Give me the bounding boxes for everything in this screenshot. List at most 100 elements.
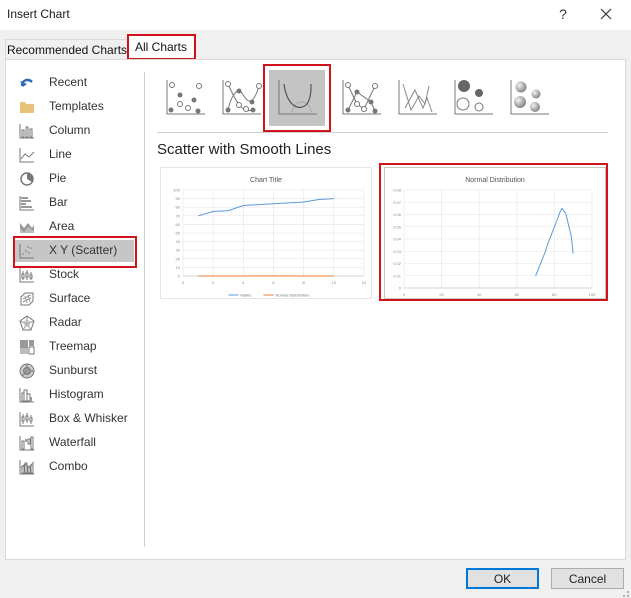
sidebar-item-label: Surface [49, 291, 91, 305]
y-tick-label: 0.06 [393, 212, 402, 217]
y-tick-label: 40 [176, 239, 181, 244]
sidebar-item-combo[interactable]: Combo [14, 456, 134, 478]
scatter-markers-icon [166, 80, 205, 115]
bubble-icon [454, 80, 493, 115]
bar-chart-icon [19, 196, 34, 211]
sidebar-item-stock[interactable]: Stock [14, 264, 134, 286]
sidebar-item-label: Area [49, 219, 75, 233]
y-tick-label: 80 [176, 205, 181, 210]
selected-subtype-title: Scatter with Smooth Lines [157, 141, 332, 158]
x-tick-label: 100 [589, 292, 596, 297]
sunburst-chart-icon [19, 363, 35, 379]
sidebar-item-label: Radar [49, 315, 82, 329]
sidebar-item-column[interactable]: Column [14, 120, 134, 142]
sidebar-item-line[interactable]: Line [14, 144, 134, 166]
sidebar-item-pie[interactable]: Pie [14, 168, 134, 190]
sidebar-item-templates[interactable]: Templates [14, 96, 134, 118]
close-button[interactable] [594, 4, 618, 24]
subtype-scatter-straight-lines[interactable] [389, 70, 445, 126]
sidebar-item-treemap[interactable]: Treemap [14, 336, 134, 358]
y-tick-label: 90 [176, 196, 181, 201]
recent-icon [20, 78, 33, 87]
sidebar-item-label: Stock [49, 267, 80, 281]
scatter-smooth-lines-icon [278, 80, 317, 115]
x-tick-label: 8 [303, 280, 306, 285]
sidebar-item-recent[interactable]: Recent [14, 72, 134, 94]
sidebar-item-label: Treemap [49, 339, 97, 353]
sidebar-item-label: Templates [49, 99, 104, 113]
scatter-straight-lines-icon [398, 80, 437, 115]
sidebar-item-label: Pie [49, 171, 67, 185]
sidebar-item-surface[interactable]: Surface [14, 288, 134, 310]
chart-preview-1[interactable]: Chart Title 0 10 20 30 40 50 60 70 80 90 100 0 2 4 6 8 10… [160, 167, 372, 299]
bubble-3d-icon [510, 80, 549, 115]
x-tick-label: 60 [515, 292, 520, 297]
subtype-scatter[interactable] [157, 70, 213, 126]
y-tick-label: 50 [176, 231, 181, 236]
chart-preview-1-svg: Chart Title 0 10 20 30 40 50 60 70 80 90 100 0 2 4 6 8 10… [173, 177, 367, 298]
sidebar-item-label: Column [49, 123, 91, 137]
scatter-smooth-markers-icon [222, 80, 262, 115]
sidebar-item-box-whisker[interactable]: Box & Whisker [14, 408, 134, 430]
waterfall-chart-icon [19, 436, 34, 451]
subtype-scatter-smooth-markers[interactable] [213, 70, 269, 126]
gallery-divider [157, 132, 608, 133]
x-tick-label: 12 [362, 280, 367, 285]
y-tick-label: 70 [176, 213, 181, 218]
scatter-chart-icon [19, 244, 34, 259]
x-tick-label: 10 [332, 280, 337, 285]
y-tick-label: 0.01 [393, 273, 402, 278]
x-tick-label: 6 [272, 280, 275, 285]
sidebar-item-label: Histogram [49, 387, 104, 401]
sidebar-item-radar[interactable]: Radar [14, 312, 134, 334]
help-button[interactable]: ? [553, 4, 573, 24]
sidebar-item-label: X Y (Scatter) [49, 243, 118, 257]
stock-chart-icon [19, 268, 34, 283]
sidebar-item-label: Bar [49, 195, 68, 209]
tab-all-charts[interactable]: All Charts [127, 35, 195, 60]
sidebar-item-label: Sunburst [49, 363, 98, 377]
y-tick-label: 20 [176, 256, 181, 261]
sidebar-item-area[interactable]: Area [14, 216, 134, 238]
close-icon [600, 8, 612, 20]
surface-chart-icon [20, 292, 34, 306]
sidebar-item-label: Recent [49, 75, 88, 89]
x-tick-label: 40 [477, 292, 482, 297]
title-bar: Insert Chart ? [0, 0, 631, 30]
ok-button[interactable]: OK [466, 568, 539, 589]
cancel-button[interactable]: Cancel [551, 568, 624, 589]
y-tick-label: 0.02 [393, 261, 402, 266]
sidebar-item-waterfall[interactable]: Waterfall [14, 432, 134, 454]
tab-recommended-charts[interactable]: Recommended Charts [5, 39, 129, 61]
pie-chart-icon [20, 172, 34, 186]
y-tick-label: 0.03 [393, 249, 402, 254]
column-chart-icon [19, 124, 34, 139]
chart-preview-2[interactable]: Normal Distribution 0 0.01 0.02 0.03 0.04 0.05… [384, 167, 606, 299]
sidebar-item-histogram[interactable]: Histogram [14, 384, 134, 406]
y-tick-label: 0 [178, 274, 181, 279]
scatter-straight-markers-icon [342, 80, 381, 115]
sidebar-item-label: Box & Whisker [49, 411, 128, 425]
y-tick-label: 10 [176, 265, 181, 270]
x-tick-label: 0 [182, 280, 185, 285]
sidebar-item-sunburst[interactable]: Sunburst [14, 360, 134, 382]
subtype-3d-bubble[interactable] [501, 70, 557, 126]
subtype-scatter-smooth-lines[interactable] [269, 70, 325, 126]
sidebar-item-label: Waterfall [49, 435, 96, 449]
y-tick-label: 30 [176, 248, 181, 253]
subtype-scatter-straight-markers[interactable] [333, 70, 389, 126]
sidebar-item-bar[interactable]: Bar [14, 192, 134, 214]
subtype-bubble[interactable] [445, 70, 501, 126]
y-tick-label: 100 [173, 188, 180, 193]
chart-title: Chart Title [250, 177, 282, 184]
histogram-chart-icon [19, 388, 34, 403]
x-tick-label: 80 [552, 292, 557, 297]
sidebar-item-label: Line [49, 147, 72, 161]
sidebar-item-xy-scatter[interactable]: X Y (Scatter) [14, 240, 134, 262]
dialog-title: Insert Chart [7, 7, 70, 21]
box-whisker-chart-icon [19, 412, 34, 427]
x-tick-label: 2 [212, 280, 215, 285]
resize-grip-icon[interactable] [620, 588, 630, 598]
y-tick-label: 0.08 [393, 188, 402, 193]
treemap-chart-icon [20, 340, 35, 355]
